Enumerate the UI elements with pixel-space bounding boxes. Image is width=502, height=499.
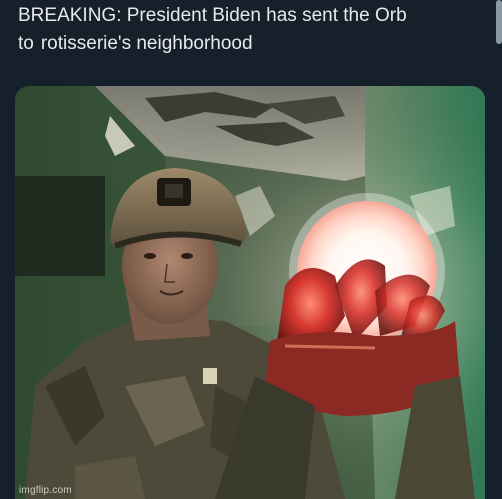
tweet-line-1: BREAKING: President Biden has sent the O… [18,5,407,26]
tweet-line-2-prefix: to [18,33,34,54]
tweet-text: BREAKING: President Biden has sent the O… [18,2,488,58]
imgflip-watermark: imgflip.com [19,485,72,496]
tweet-line-2: to rotisserie's neighborhood [18,30,488,58]
tweet-line-2-rest: rotisserie's neighborhood [40,33,253,54]
tweet-media-image[interactable]: imgflip.com [15,86,485,499]
scrollbar-thumb[interactable] [496,0,502,44]
soldier-orb-photo [15,86,485,499]
